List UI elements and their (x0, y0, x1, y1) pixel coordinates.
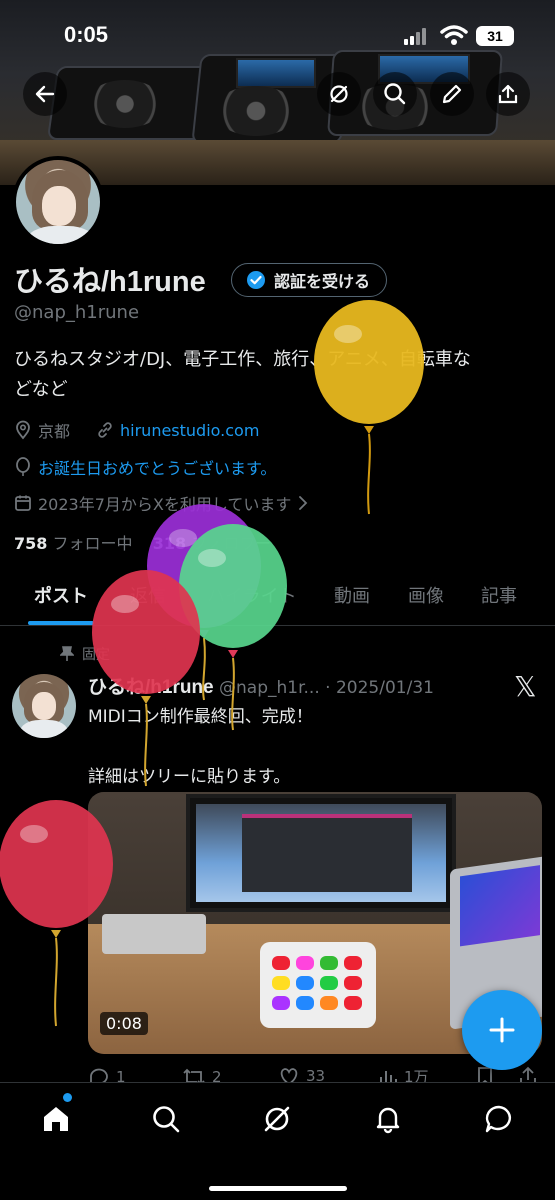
search-button[interactable] (373, 72, 417, 116)
reply-count: 1 (116, 1068, 126, 1082)
balloon-decoration (314, 300, 424, 515)
tab-posts[interactable]: ポスト (34, 582, 88, 608)
reply-icon (90, 1068, 108, 1082)
profile-bio: ひるねスタジオ/DJ、電子工作、旅行、アニメ、自転車な どなど (14, 345, 539, 405)
grok-button[interactable] (317, 72, 361, 116)
pinned-indicator: 固定 (60, 644, 110, 664)
post-text-line: 詳細はツリーに貼ります。 (88, 767, 291, 787)
tab-articles[interactable]: 記事 (481, 582, 517, 608)
tab-highlights[interactable]: ハイライト (207, 582, 297, 608)
search-icon (384, 83, 406, 105)
post-date[interactable]: · 2025/01/31 (325, 678, 434, 698)
link-icon (98, 422, 112, 438)
profile-location: 京都 (38, 422, 71, 441)
location-pin-icon (16, 420, 30, 440)
following-link[interactable]: 758 フォロー中 (14, 534, 133, 553)
calendar-icon (15, 495, 31, 511)
bio-line: どなど (14, 379, 68, 400)
video-duration: 0:08 (100, 1012, 148, 1035)
profile-birthday-row: お誕生日おめでとうございます。 (14, 455, 276, 479)
bio-line: ひるねスタジオ/DJ、電子工作、旅行、アニメ、自転車な (14, 349, 471, 370)
status-bar: 0:05 31 (0, 18, 555, 54)
tab-images[interactable]: 画像 (408, 582, 444, 608)
grok-icon (264, 1106, 290, 1132)
nav-search[interactable] (146, 1099, 186, 1139)
home-notification-dot (63, 1093, 72, 1102)
pin-icon (60, 646, 74, 661)
views-button[interactable]: 1万 (378, 1066, 429, 1082)
view-count: 1万 (404, 1068, 429, 1082)
back-arrow-icon (35, 85, 55, 103)
tab-videos[interactable]: 動画 (334, 582, 370, 608)
like-count: 33 (306, 1067, 326, 1082)
post-share-button[interactable] (518, 1066, 538, 1082)
get-verified-button[interactable]: 認証を受ける (231, 263, 388, 297)
get-verified-label: 認証を受ける (274, 272, 371, 291)
search-icon (153, 1106, 180, 1133)
nav-home[interactable] (36, 1099, 76, 1139)
followers-count: 318 (152, 534, 187, 553)
nav-grok[interactable] (257, 1099, 297, 1139)
reply-button[interactable]: 1 (88, 1066, 126, 1082)
profile-meta-location-website: 京都 hirunestudio.com (14, 418, 259, 442)
battery-indicator: 31 (476, 26, 514, 46)
edit-button[interactable] (430, 72, 474, 116)
profile-handle: @nap_h1rune (14, 302, 140, 323)
nav-notifications[interactable] (368, 1099, 408, 1139)
home-icon (44, 1107, 68, 1131)
bottom-navigation (0, 1082, 555, 1200)
follow-stats: 758 フォロー中 318 フォロワー (14, 530, 271, 554)
active-tab-indicator (28, 621, 94, 625)
like-button[interactable]: 33 (278, 1066, 325, 1082)
share-icon (498, 84, 518, 104)
share-icon (520, 1066, 536, 1082)
tab-replies[interactable]: 返信 (130, 582, 166, 608)
post-text-line: MIDIコン制作最終回、完成！ (88, 707, 313, 727)
profile-joined-row[interactable]: 2023年7月からXを利用しています (14, 491, 309, 515)
chevron-right-icon (299, 496, 308, 510)
x-logo-icon: 𝕏 (514, 670, 537, 703)
profile-joined-date: 2023年7月からXを利用しています (38, 495, 292, 514)
repost-button[interactable]: 2 (182, 1066, 222, 1082)
post-header: ひるね/h1rune @nap_h1r... · 2025/01/31 (88, 672, 508, 699)
plus-icon (489, 1017, 515, 1043)
post-author-avatar[interactable] (12, 674, 76, 738)
post-author-handle[interactable]: @nap_h1r... (219, 678, 320, 698)
pinned-label: 固定 (82, 647, 110, 663)
share-button[interactable] (486, 72, 530, 116)
home-indicator (209, 1186, 347, 1191)
compose-post-button[interactable] (462, 990, 542, 1070)
post-text: MIDIコン制作最終回、完成！ 詳細はツリーに貼ります。 (88, 702, 313, 792)
status-time: 0:05 (64, 22, 109, 47)
followers-link[interactable]: 318 フォロワー (153, 534, 272, 553)
profile-tabs: ポスト 返信 ハイライト 動画 画像 記事 (0, 572, 555, 626)
profile-birthday: お誕生日おめでとうございます。 (38, 459, 277, 478)
bell-icon (376, 1107, 400, 1134)
following-count: 758 (14, 534, 48, 553)
followers-label: フォロワー (191, 534, 272, 553)
grok-icon (330, 85, 348, 103)
verified-badge-icon (247, 271, 265, 289)
profile-display-name: ひるね/h1rune (14, 266, 206, 298)
following-label: フォロー中 (52, 534, 133, 553)
repost-icon (183, 1068, 205, 1082)
profile-avatar[interactable] (12, 156, 104, 248)
profile-website-link[interactable]: hirunestudio.com (120, 421, 259, 440)
cellular-signal-icon (404, 28, 426, 45)
back-button[interactable] (23, 72, 67, 116)
post-actions: 1 2 33 1万 (88, 1066, 538, 1082)
repost-count: 2 (212, 1068, 222, 1082)
views-chart-icon (380, 1070, 397, 1082)
heart-icon (280, 1068, 298, 1082)
wifi-icon (440, 25, 468, 45)
post-author-name[interactable]: ひるね/h1rune (88, 677, 214, 698)
balloon-icon (16, 457, 30, 476)
pencil-icon (442, 84, 462, 104)
nav-messages[interactable] (479, 1099, 519, 1139)
chat-bubble-icon (485, 1105, 511, 1133)
